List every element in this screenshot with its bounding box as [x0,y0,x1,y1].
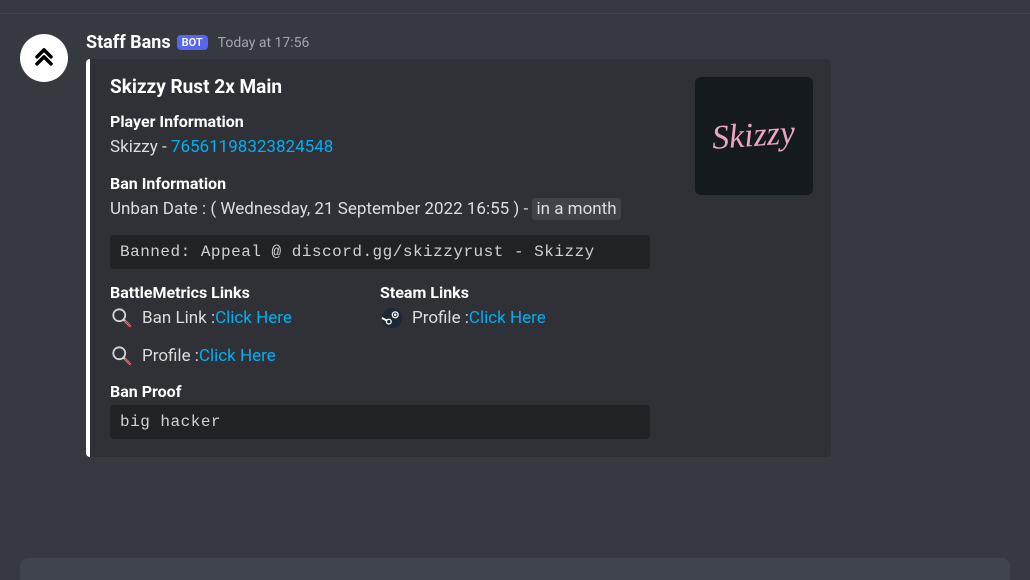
thumbnail-text: Skizzy [711,114,797,158]
banned-code-block: Banned: Appeal @ discord.gg/skizzyrust -… [110,235,650,269]
message-input-bar[interactable] [20,558,1010,580]
avatar[interactable] [20,34,68,82]
ban-date: Wednesday, 21 September 2022 16:55 [220,199,509,219]
bm-profile-link[interactable]: Click Here [199,346,276,366]
ban-middle: ) - [509,199,532,219]
chevrons-up-icon [30,44,58,72]
field-heading-ban: Ban Information [110,174,650,193]
bm-ban-label: Ban Link : [142,308,215,328]
bm-ban-link[interactable]: Click Here [215,308,292,328]
field-heading-bm: BattleMetrics Links [110,283,380,302]
steam-profile-link[interactable]: Click Here [469,308,546,328]
author-name[interactable]: Staff Bans [86,32,171,53]
bot-badge: BOT [177,35,208,50]
relative-time-chip: in a month [532,198,620,220]
embed-thumbnail[interactable]: Skizzy [695,77,813,195]
field-heading-steam: Steam Links [380,283,650,302]
discord-message: Staff Bans BOT Today at 17:56 Skizzy Ski… [0,14,1030,457]
message-timestamp: Today at 17:56 [218,35,310,51]
field-heading-proof: Ban Proof [110,382,650,401]
steam-profile-line: Profile : Click Here [380,306,650,330]
field-heading-player: Player Information [110,112,650,131]
proof-code-block: big hacker [110,405,650,439]
embed: Skizzy Skizzy Rust 2x Main Player Inform… [86,59,831,457]
steam-icon [380,306,404,330]
ban-prefix: Unban Date : ( [110,199,220,219]
player-info-line: Skizzy - 76561198323824548 [110,135,650,160]
bm-ban-line: Ban Link : Click Here [110,306,380,330]
ban-info-line: Unban Date : ( Wednesday, 21 September 2… [110,197,650,222]
steam-profile-label: Profile : [412,308,469,328]
player-prefix: Skizzy - [110,137,171,157]
embed-title: Skizzy Rust 2x Main [110,75,650,98]
magnifier-icon [110,344,134,368]
bm-profile-label: Profile : [142,346,199,366]
magnifier-icon [110,306,134,330]
bm-profile-line: Profile : Click Here [110,344,650,368]
player-id-link[interactable]: 76561198323824548 [171,137,333,157]
